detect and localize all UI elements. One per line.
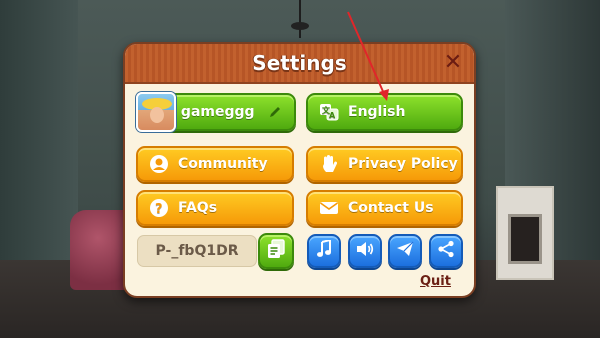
player-id-field: P-_fbQ1DR	[137, 235, 257, 267]
share-button[interactable]	[429, 234, 463, 268]
language-button[interactable]: 文A English	[306, 93, 463, 131]
ceiling-lamp	[291, 22, 309, 30]
lamp-cord	[299, 0, 301, 38]
faqs-label: FAQs	[178, 200, 218, 216]
envelope-icon	[318, 197, 340, 219]
privacy-policy-button[interactable]: Privacy Policy	[306, 146, 463, 182]
contact-us-button[interactable]: Contact Us	[306, 190, 463, 226]
community-button[interactable]: Community	[136, 146, 294, 182]
faqs-button[interactable]: ? FAQs	[136, 190, 294, 226]
fireplace-opening	[508, 214, 542, 264]
close-icon[interactable]: ✕	[442, 52, 464, 74]
privacy-policy-label: Privacy Policy	[348, 156, 458, 172]
dialog-title: Settings	[252, 51, 347, 75]
community-icon	[148, 153, 170, 175]
telegram-button[interactable]	[388, 234, 422, 268]
question-icon: ?	[148, 197, 170, 219]
hand-icon	[318, 153, 340, 175]
share-icon	[437, 240, 455, 262]
svg-text:A: A	[329, 111, 336, 120]
music-note-icon	[316, 238, 332, 262]
copy-id-button[interactable]	[258, 233, 294, 269]
music-toggle-button[interactable]	[307, 234, 341, 268]
avatar-portrait-icon[interactable]	[136, 92, 176, 132]
pencil-icon[interactable]	[265, 101, 286, 123]
sound-toggle-button[interactable]	[348, 234, 382, 268]
username-label: gameggg	[180, 104, 255, 120]
dialog-header: Settings ✕	[125, 44, 474, 84]
paper-plane-icon	[396, 241, 414, 261]
quit-link[interactable]: Quit	[420, 274, 451, 289]
speaker-icon	[356, 241, 374, 261]
svg-text:?: ?	[155, 202, 163, 217]
translate-icon: 文A	[318, 101, 340, 123]
player-id-value: P-_fbQ1DR	[155, 243, 239, 259]
avatar-face	[150, 107, 164, 123]
language-label: English	[348, 104, 406, 120]
copy-icon	[267, 239, 285, 263]
contact-us-label: Contact Us	[348, 200, 434, 216]
community-label: Community	[178, 156, 268, 172]
